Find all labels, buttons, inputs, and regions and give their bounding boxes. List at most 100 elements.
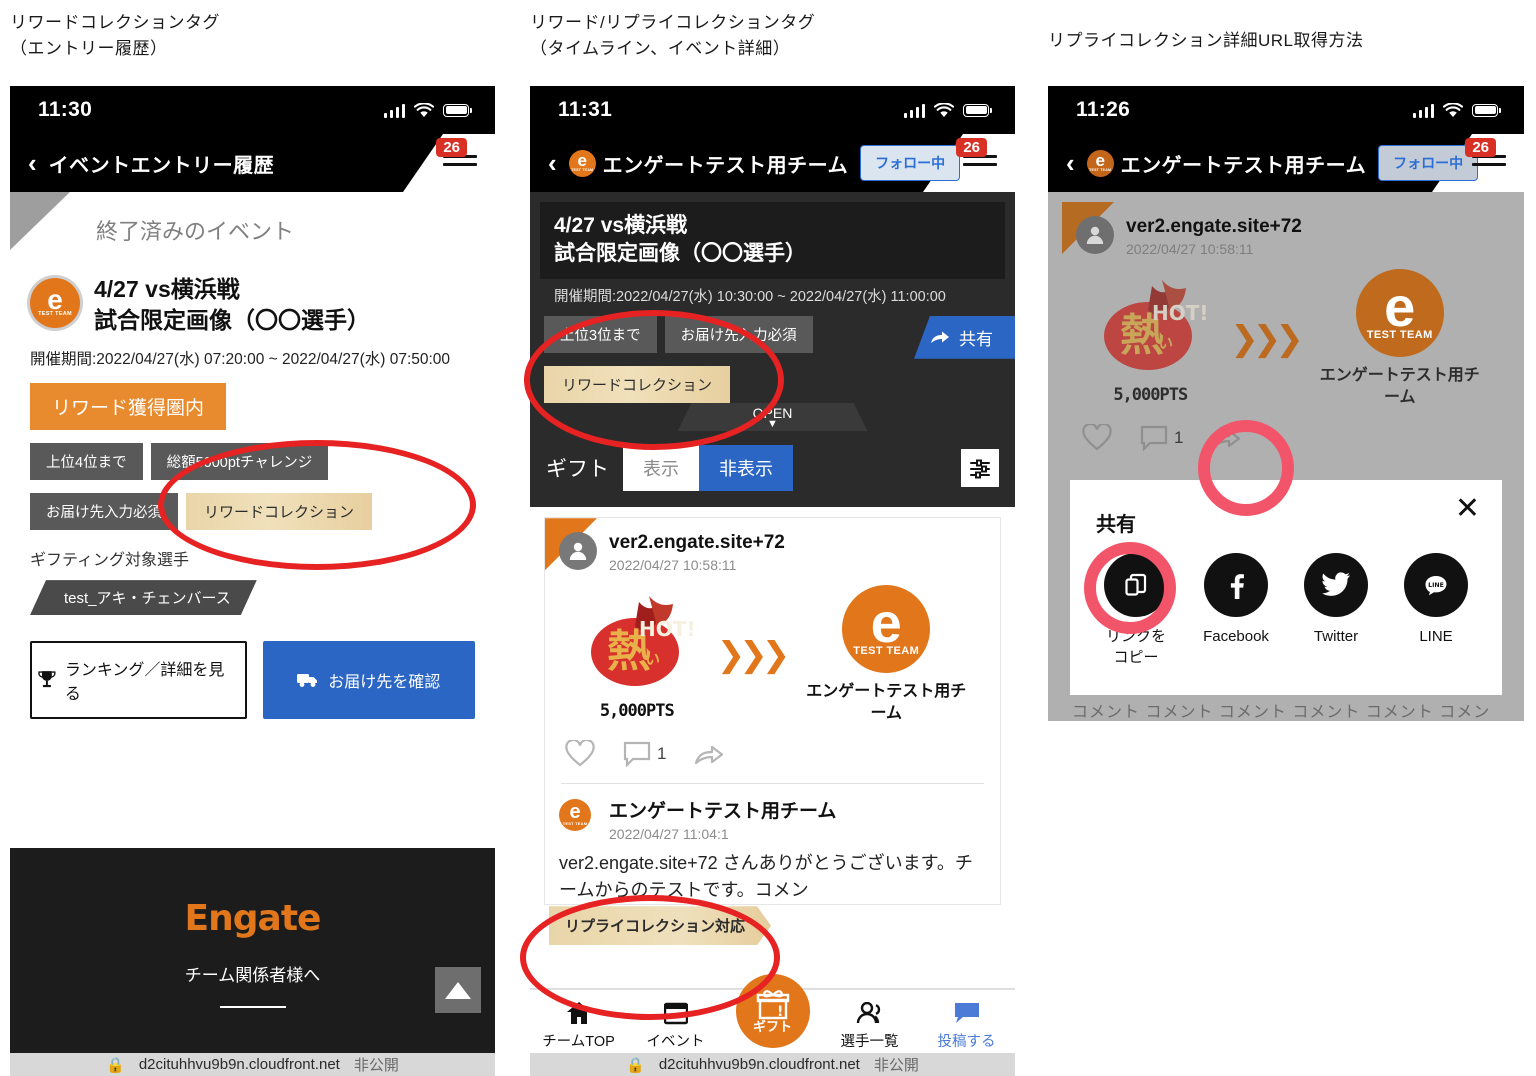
reward-points: 5,000PTS <box>1113 385 1188 406</box>
tab-players[interactable]: 選手一覧 <box>821 990 918 1060</box>
event-card: 4/27 vs横浜戦 試合限定画像（〇〇選手） 開催期間:2022/04/27(… <box>530 192 1015 432</box>
panel-1-caption: リワードコレクションタグ （エントリー履歴） <box>10 13 220 59</box>
site-footer-1: Engate チーム関係者様へ <box>10 848 495 1053</box>
post-username: ver2.engate.site+72 <box>1126 216 1302 237</box>
status-badge: リワード獲得圏内 <box>30 383 227 431</box>
share-option-facebook[interactable]: Facebook <box>1186 553 1286 668</box>
close-icon[interactable]: ✕ <box>1455 494 1480 524</box>
event-tag-row-2: リワードコレクション <box>544 365 813 403</box>
status-time: 11:31 <box>558 98 613 121</box>
share-option-line[interactable]: LINE LINE <box>1386 553 1486 668</box>
share-option-label: Twitter <box>1313 628 1359 645</box>
ranking-button-label: ランキング／詳細を見る <box>64 662 225 704</box>
heart-icon[interactable] <box>1082 424 1112 451</box>
event-period: 開催期間:2022/04/27(水) 07:20:00 ~ 2022/04/27… <box>30 351 451 369</box>
menu-button[interactable]: 26 <box>956 138 997 171</box>
tab-team-top[interactable]: チームTOP <box>530 990 627 1060</box>
event-tag: 上位4位まで <box>30 443 143 481</box>
scroll-to-top-button[interactable] <box>435 967 481 1013</box>
status-time: 11:30 <box>38 98 93 121</box>
back-icon[interactable]: ‹ <box>1066 150 1075 176</box>
arrows-icon: ❯❯❯ <box>716 635 791 674</box>
comment-group[interactable]: 1 <box>623 741 666 767</box>
avatar <box>1076 216 1114 254</box>
background-comment-text: コメント コメント コメント コメント コメント コメン <box>1072 704 1491 721</box>
svg-text:い: い <box>1158 334 1173 352</box>
timeline-post-1[interactable]: ver2.engate.site+72 2022/04/27 10:58:11 … <box>544 517 1001 905</box>
hot-reward-badge-icon: 熱 HOT! い <box>1104 280 1209 371</box>
status-time: 11:26 <box>1076 98 1131 121</box>
gifting-label: ギフティング対象選手 <box>30 552 190 570</box>
engate-logo: Engate <box>184 898 322 939</box>
menu-button[interactable]: 26 <box>1465 138 1506 171</box>
notification-badge: 26 <box>436 138 467 157</box>
team-logo-icon: e TEST TEAM <box>568 149 596 177</box>
back-icon[interactable]: ‹ <box>28 150 37 176</box>
gift-hide-option[interactable]: 非表示 <box>699 445 793 492</box>
team-caption: エンゲートテスト用チーム <box>806 683 967 722</box>
hot-reward-badge-icon: 熱 HOT! い <box>590 596 695 687</box>
share-button[interactable]: 共有 <box>914 315 1015 359</box>
open-toggle[interactable]: OPEN ▼ <box>678 403 868 432</box>
browser-url-bar-2[interactable]: 🔒 d2cituhhvu9b9n.cloudfront.net 非公開 <box>530 1053 1015 1076</box>
nav-bar: ‹ イベントエントリー履歴 26 <box>10 134 495 192</box>
event-title-line2: 試合限定画像（〇〇選手） <box>94 306 370 333</box>
event-tag: 総額5000ptチャレンジ <box>150 443 329 481</box>
url-privacy-label: 非公開 <box>353 1057 399 1074</box>
phone-screen-2: 11:31 ‹ e TEST TEAM エンゲートテスト用チーム フォロー中 26… <box>530 86 1015 1038</box>
cellular-signal-icon <box>903 103 925 118</box>
event-header: e TEST TEAM 4/27 vs横浜戦 試合限定画像（〇〇選手） <box>30 274 475 335</box>
follow-button[interactable]: フォロー中 <box>860 145 961 181</box>
event-tag: お届け先入力必須 <box>664 315 813 353</box>
panel-3-caption: リプライコレクション詳細URL取得方法 <box>1048 31 1364 50</box>
footer-divider <box>219 1006 286 1008</box>
tab-gift[interactable]: ! ギフト <box>724 974 821 1060</box>
comment-group[interactable]: 1 <box>1140 425 1183 451</box>
event-tag-row-1: 上位4位まで 総額5000ptチャレンジ <box>30 443 475 481</box>
tab-label: チームTOP <box>542 1034 615 1050</box>
heart-icon[interactable] <box>565 740 595 767</box>
post-timestamp: 2022/04/27 11:04:1 <box>609 826 729 843</box>
post-icon <box>918 998 1015 1028</box>
team-logo-icon: e TEST TEAM <box>30 278 80 328</box>
menu-button[interactable]: 26 <box>436 138 477 171</box>
share-option-twitter[interactable]: Twitter <box>1286 553 1386 668</box>
page-title: イベントエントリー履歴 <box>48 154 275 177</box>
team-logo-text: TEST TEAM <box>853 645 920 658</box>
event-period: 開催期間:2022/04/27(水) 10:30:00 ~ 2022/04/27… <box>554 288 946 305</box>
post-body: ver2.engate.site+72 さんありがとうございます。チームからのテ… <box>559 853 973 901</box>
filter-settings-icon[interactable] <box>961 449 999 488</box>
post-timestamp: 2022/04/27 10:58:11 <box>1126 241 1254 257</box>
post-username: ver2.engate.site+72 <box>609 532 785 554</box>
notification-badge: 26 <box>956 138 987 157</box>
tab-event[interactable]: イベント <box>627 990 724 1060</box>
bottom-tab-bar: チームTOP イベント ! ギフト 選手一覧 投稿する <box>530 974 1015 1060</box>
share-arrow-icon[interactable] <box>694 742 724 766</box>
comment-count: 1 <box>1174 427 1184 447</box>
nav-bar: ‹ e TEST TEAM エンゲートテスト用チーム フォロー中 26 <box>1048 134 1524 192</box>
trophy-icon <box>38 671 56 688</box>
ranking-button[interactable]: ランキング／詳細を見る <box>30 641 247 720</box>
url-lock-icon: 🔒 <box>106 1056 125 1074</box>
share-option-label: Facebook <box>1203 628 1269 645</box>
team-logo-icon: e TEST TEAM <box>559 799 591 832</box>
event-title-line1: 4/27 vs横浜戦 <box>554 214 688 237</box>
tab-post[interactable]: 投稿する <box>918 990 1015 1060</box>
status-bar: 11:31 <box>530 86 1015 134</box>
facebook-icon <box>1204 553 1268 617</box>
svg-text:LINE: LINE <box>1428 582 1444 589</box>
line-icon: LINE <box>1404 553 1468 617</box>
gift-fab-button[interactable]: ! ギフト <box>735 974 810 1048</box>
team-caption: エンゲートテスト用チーム <box>1319 367 1480 406</box>
notification-badge: 26 <box>1465 138 1496 157</box>
status-bar: 11:30 <box>10 86 495 134</box>
back-icon[interactable]: ‹ <box>548 150 557 176</box>
event-title-line1: 4/27 vs横浜戦 <box>94 276 240 302</box>
browser-url-bar-1[interactable]: 🔒 d2cituhhvu9b9n.cloudfront.net 非公開 <box>10 1053 495 1076</box>
delivery-button[interactable]: お届け先を確認 <box>262 641 475 720</box>
follow-button[interactable]: フォロー中 <box>1378 145 1479 181</box>
home-icon <box>530 998 627 1028</box>
gift-show-option[interactable]: 表示 <box>623 445 699 492</box>
post-username: エンゲートテスト用チーム <box>609 801 837 823</box>
twitter-icon <box>1304 553 1368 617</box>
